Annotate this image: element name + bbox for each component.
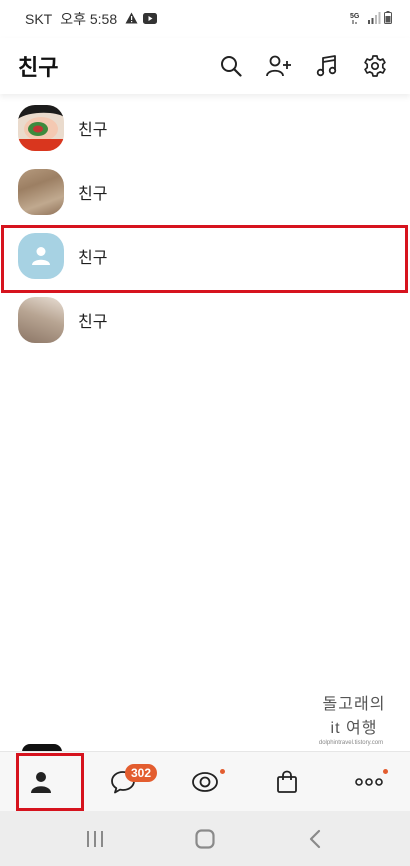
page-title: 친구 bbox=[18, 55, 59, 80]
search-button[interactable] bbox=[214, 49, 248, 83]
shopping-bag-icon bbox=[277, 770, 297, 793]
eye-icon bbox=[192, 771, 218, 792]
battery-icon bbox=[384, 11, 392, 27]
recent-apps-icon bbox=[87, 830, 103, 847]
friend-row[interactable]: 친구 bbox=[0, 160, 410, 224]
nav-friends[interactable] bbox=[0, 752, 82, 812]
recent-apps-button[interactable] bbox=[75, 819, 115, 859]
new-dot bbox=[383, 768, 388, 774]
status-bar: SKT 오후 5:58 5G bbox=[0, 0, 410, 38]
watermark-line1: 돌고래의 bbox=[322, 696, 386, 713]
watermark-line3: dolphintravel.tistory.com bbox=[318, 740, 384, 746]
bottom-nav: 302 bbox=[0, 751, 410, 811]
music-button[interactable] bbox=[310, 49, 344, 83]
add-friend-button[interactable] bbox=[262, 49, 296, 83]
friend-row[interactable]: 친구 bbox=[0, 288, 410, 352]
person-icon bbox=[31, 771, 51, 793]
friend-name: 친구 bbox=[78, 250, 108, 267]
signal-icon bbox=[367, 11, 381, 27]
search-icon bbox=[221, 56, 242, 77]
back-button[interactable] bbox=[295, 819, 335, 859]
youtube-icon bbox=[143, 11, 158, 27]
status-left: SKT 오후 5:58 bbox=[25, 9, 158, 29]
music-icon bbox=[316, 55, 337, 77]
default-profile-icon bbox=[32, 247, 50, 265]
friend-row[interactable]: 친구 bbox=[0, 96, 410, 160]
status-icons-left bbox=[125, 11, 158, 27]
new-dot bbox=[220, 768, 225, 774]
avatar bbox=[18, 169, 64, 215]
warning-icon bbox=[125, 11, 138, 27]
avatar bbox=[18, 233, 64, 279]
avatar bbox=[18, 297, 64, 343]
watermark-line2: it 여행 bbox=[330, 720, 378, 737]
nav-shopping[interactable] bbox=[246, 752, 328, 812]
nav-chats[interactable]: 302 bbox=[82, 752, 164, 812]
nav-more[interactable] bbox=[328, 752, 410, 812]
friend-name: 친구 bbox=[78, 314, 108, 331]
friend-list: 친구 친구 친구 친구 bbox=[0, 96, 410, 352]
carrier-label: SKT bbox=[25, 11, 53, 27]
watermark: 돌고래의 it 여행 dolphintravel.tistory.com bbox=[318, 690, 390, 746]
back-icon bbox=[309, 829, 321, 848]
friend-name: 친구 bbox=[78, 186, 108, 203]
app-header: 친구 bbox=[0, 38, 410, 94]
add-friend-icon bbox=[266, 55, 291, 77]
friend-row[interactable]: 친구 bbox=[0, 224, 410, 288]
clock-label: 오후 5:58 bbox=[60, 11, 118, 27]
friend-name: 친구 bbox=[78, 122, 108, 139]
status-right: 5G bbox=[350, 11, 392, 28]
svg-text:5G: 5G bbox=[350, 13, 360, 20]
settings-icon bbox=[364, 55, 386, 77]
system-nav-bar bbox=[0, 811, 410, 866]
home-icon bbox=[195, 828, 215, 849]
header-actions bbox=[214, 49, 392, 83]
5g-icon: 5G bbox=[350, 11, 364, 28]
settings-button[interactable] bbox=[358, 49, 392, 83]
unread-badge: 302 bbox=[125, 763, 158, 782]
avatar bbox=[18, 105, 64, 151]
nav-view[interactable] bbox=[164, 752, 246, 812]
home-button[interactable] bbox=[185, 819, 225, 859]
more-icon bbox=[355, 777, 383, 786]
